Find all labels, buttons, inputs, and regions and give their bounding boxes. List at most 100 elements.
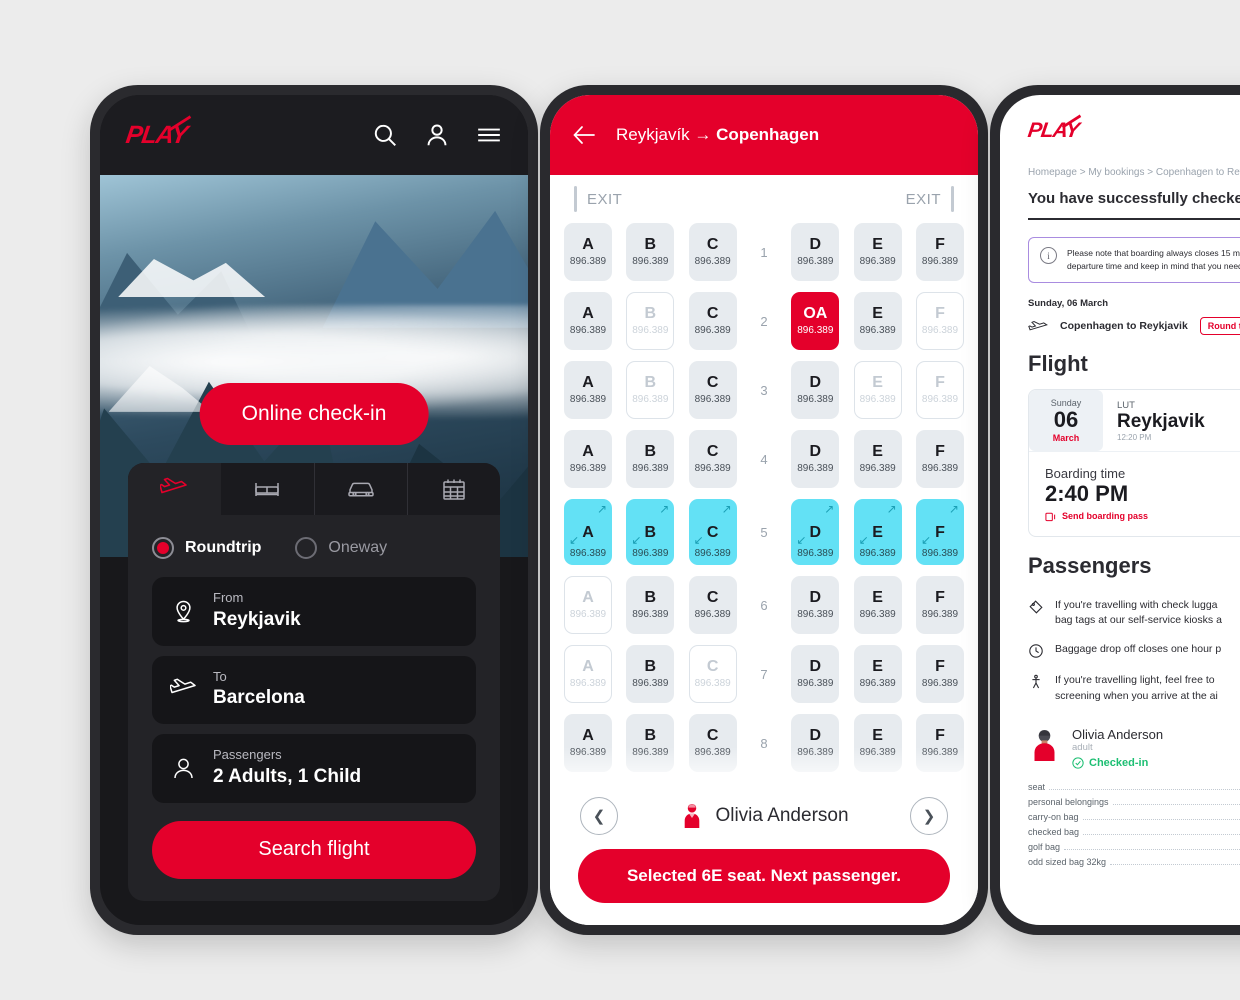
seat-7E[interactable]: E 896.389 <box>853 645 902 703</box>
row-number: 1 <box>760 244 768 260</box>
seat-1E[interactable]: E 896.389 <box>853 223 902 281</box>
tab-calendar[interactable] <box>408 463 500 515</box>
seat-3A[interactable]: A 896.389 <box>564 361 612 419</box>
tab-flight[interactable] <box>128 463 222 515</box>
user-icon <box>174 758 193 778</box>
seat-6C[interactable]: C 896.389 <box>688 576 737 634</box>
seat-7B[interactable]: B 896.389 <box>626 645 675 703</box>
prev-passenger-button[interactable]: ❮ <box>580 797 618 835</box>
search-flight-button[interactable]: Search flight <box>152 820 476 879</box>
passengers-field-label: Passengers <box>213 747 282 763</box>
search-icon[interactable] <box>372 122 398 148</box>
row-number: 3 <box>760 382 768 398</box>
flight-date-box: Sunday 06 March <box>1029 390 1103 451</box>
hamburger-menu-icon[interactable] <box>476 122 502 148</box>
arrow-left-icon[interactable] <box>572 122 598 148</box>
seat-4F[interactable]: F 896.389 <box>915 430 964 488</box>
send-boarding-pass-link[interactable]: Send boarding pass <box>1045 507 1148 522</box>
next-passenger-button[interactable]: ❯ <box>909 797 948 835</box>
row-number: 7 <box>760 666 768 682</box>
seat-5F[interactable]: ↗ ↙ F 896.389 <box>915 499 964 565</box>
seat-4C[interactable]: C 896.389 <box>688 430 737 488</box>
seat-letter: C <box>706 658 719 676</box>
from-field[interactable]: From Reykjavik <box>152 577 476 646</box>
seat-8A[interactable]: A 896.389 <box>564 714 612 772</box>
seat-5E[interactable]: ↗ ↙ E 896.389 <box>853 499 902 565</box>
check-circle-icon <box>1072 757 1084 769</box>
breadcrumb[interactable]: Homepage > My bookings > Copenhagen to R… <box>1028 153 1240 178</box>
online-checkin-button[interactable]: Online check-in <box>199 383 429 445</box>
passenger-detail-row: golf bag1x <box>1028 840 1240 855</box>
seat-price: 896.389 <box>921 324 959 336</box>
seat-1D[interactable]: D 896.389 <box>791 223 840 281</box>
seat-1B[interactable]: B 896.389 <box>626 223 675 281</box>
seat-1F[interactable]: F 896.389 <box>915 223 964 281</box>
booking-panel: Roundtrip Oneway From Reykjavik To Barce… <box>128 463 500 901</box>
seat-6D[interactable]: D 896.389 <box>791 576 840 634</box>
seat-letter: OA <box>803 305 828 323</box>
seat-1A[interactable]: A 896.389 <box>564 223 612 281</box>
seat-3C[interactable]: C 896.389 <box>688 361 737 419</box>
info-row-dropoff: Baggage drop off closes one hour p <box>1028 635 1240 666</box>
passenger-detail-row: checked bag2x <box>1028 825 1240 840</box>
seat-letter: F <box>935 305 945 323</box>
seat-8F[interactable]: F 896.389 <box>915 714 964 772</box>
seat-6F[interactable]: F 896.389 <box>915 576 964 634</box>
detail-dots <box>1049 789 1240 791</box>
seat-price: 896.389 <box>569 462 607 474</box>
seat-letter: D <box>809 589 822 607</box>
radio-oneway[interactable]: Oneway <box>295 537 387 559</box>
flight-card-top: Sunday 06 March LUT Reykjavik 12:20 PM <box>1029 390 1240 451</box>
radio-roundtrip[interactable]: Roundtrip <box>152 537 261 559</box>
seat-price: 896.389 <box>797 324 834 336</box>
seat-5B[interactable]: ↗ ↙ B 896.389 <box>626 499 675 565</box>
seat-5A[interactable]: ↗ ↙ A 896.389 <box>564 499 612 565</box>
status-badge-label: Checked-in <box>1089 756 1149 769</box>
seat-letter: F <box>935 727 945 745</box>
passengers-field[interactable]: Passengers 2 Adults, 1 Child <box>152 734 476 803</box>
seat-8E[interactable]: E 896.389 <box>853 714 902 772</box>
seat-6E[interactable]: E 896.389 <box>853 576 902 634</box>
tab-car[interactable] <box>315 463 408 515</box>
seat-2E[interactable]: E 896.389 <box>853 292 902 350</box>
exit-label-left: EXIT <box>587 190 623 208</box>
seat-4E[interactable]: E 896.389 <box>853 430 902 488</box>
play-logo[interactable]: PLAY <box>1026 114 1082 143</box>
tab-hotel[interactable] <box>221 463 315 515</box>
seat-5D[interactable]: ↗ ↙ D 896.389 <box>791 499 840 565</box>
seat-8C[interactable]: C 896.389 <box>688 714 737 772</box>
legroom-arrow-down-icon: ↙ <box>858 533 869 547</box>
seat-8B[interactable]: B 896.389 <box>626 714 675 772</box>
seat-2OA[interactable]: OA 896.389 <box>791 292 840 350</box>
seat-letter: B <box>644 658 657 676</box>
seat-6B[interactable]: B 896.389 <box>626 576 675 634</box>
legroom-arrow-down-icon: ↙ <box>693 533 704 547</box>
seat-7D[interactable]: D 896.389 <box>791 645 840 703</box>
booking-date: Sunday, 06 March <box>1028 298 1109 310</box>
seat-2C[interactable]: C 896.389 <box>688 292 737 350</box>
seat-7F[interactable]: F 896.389 <box>915 645 964 703</box>
next-passenger-cta-button[interactable]: Selected 6E seat. Next passenger. <box>578 849 950 903</box>
seat-row: A 896.389 B 896.389 C 896.389 1 D 896.389 E 896.38… <box>564 223 964 281</box>
seat-4D[interactable]: D 896.389 <box>791 430 840 488</box>
seat-3D[interactable]: D 896.389 <box>791 361 840 419</box>
flight-card-bottom: Boarding time 2:40 PM Send boarding pass… <box>1029 450 1240 536</box>
seat-4B[interactable]: B 896.389 <box>626 430 675 488</box>
seat-8D[interactable]: D 896.389 <box>791 714 840 772</box>
seat-letter: E <box>872 374 883 392</box>
seat-1C[interactable]: C 896.389 <box>688 223 737 281</box>
seat-4A[interactable]: A 896.389 <box>564 430 612 488</box>
user-icon[interactable] <box>424 122 450 148</box>
route-arrow-icon: → <box>694 125 712 144</box>
phone1-topbar: PLAY <box>100 95 528 175</box>
passenger-type: adult <box>1072 741 1093 753</box>
seat-map[interactable]: EXIT EXIT A 896.389 B 896.389 C 896.389 1 D 896.… <box>550 175 978 787</box>
play-logo[interactable]: PLAY <box>124 114 191 150</box>
seat-5C[interactable]: ↗ ↙ C 896.389 <box>688 499 737 565</box>
seat-2A[interactable]: A 896.389 <box>564 292 612 350</box>
radio-oneway-dot <box>295 537 318 559</box>
to-field[interactable]: To Barcelona <box>152 655 476 725</box>
info-row-luggage: If you're travelling with check lugga ba… <box>1028 591 1240 635</box>
seat-price: 896.389 <box>694 393 731 405</box>
passengers-field-value: 2 Adults, 1 Child <box>213 765 362 787</box>
